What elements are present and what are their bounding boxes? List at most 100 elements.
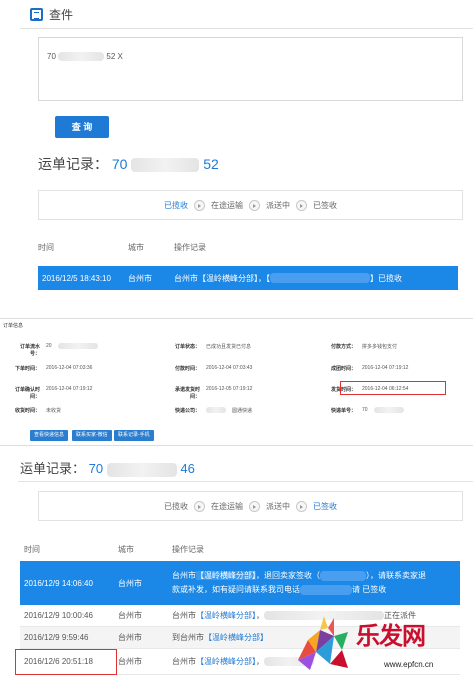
- field-tracking-no: 快递单号： 70: [330, 407, 404, 414]
- row-time: 2016/12/9 10:00:46: [24, 611, 93, 620]
- field-order-id: 订单流水号： 20: [14, 343, 98, 357]
- panel-title: 查件: [49, 7, 74, 22]
- field-value: 拼多多钱包支付: [362, 344, 398, 350]
- row-time: 2016/12/9 9:59:46: [24, 633, 89, 642]
- field-value: 未收货: [46, 408, 62, 414]
- table-header: 时间 城市 操作记录: [38, 242, 463, 260]
- redacted-text: [320, 570, 366, 581]
- operation-text: 到台州市: [172, 633, 204, 642]
- record-number: 70: [111, 156, 128, 172]
- redacted-text: [270, 273, 370, 284]
- arrow-right-icon: [249, 199, 260, 211]
- arrow-right-icon: [249, 500, 260, 512]
- order-info-panel: 订单信息 订单流水号： 20 订单状态： 已成功且发货已付息 付款方式： 拼多多钱包支…: [0, 318, 473, 443]
- field-promised-ship-time: 承诺发货时间： 2016-12-05 07:19:12: [174, 386, 252, 400]
- panel-header: 查件: [30, 4, 73, 24]
- branch-link[interactable]: 【温岭横峰分部】: [196, 657, 256, 666]
- step-collected: 已揽收: [164, 501, 188, 511]
- contact-buyer-button[interactable]: 联系买家-微信: [72, 430, 112, 441]
- record-number-suffix: 46: [180, 461, 195, 476]
- table-row[interactable]: 2016/12/9 14:06:40 台州市 台州市【温岭横峰分部】，退回卖家签…: [20, 561, 460, 605]
- field-label: 付款方式：: [330, 344, 356, 350]
- tracking-query-panel: 查件 70 52 X 查 询 运单记录： 70 52 已揽收 在途运输 派送中 …: [0, 0, 473, 300]
- row-city: 台州市: [118, 578, 142, 588]
- row-operation: 到台州市【温岭横峰分部】: [172, 632, 268, 643]
- operation-text: 台州市: [172, 571, 196, 580]
- operation-text: ，退回卖家签收（: [256, 571, 320, 580]
- field-group-time: 成团时间： 2016-12-04 07:19:12: [330, 365, 408, 372]
- operation-status: 】已揽收: [370, 273, 402, 283]
- step-in-transit: 在途运输: [211, 501, 243, 511]
- table-header: 时间 城市 操作记录: [20, 544, 465, 558]
- view-logistics-button[interactable]: 查看快递信息: [30, 430, 69, 441]
- waybill-record-heading: 运单记录： 70 46: [20, 458, 195, 477]
- field-courier: 快递公司： 圆通快递: [174, 407, 252, 414]
- field-confirm-time: 订单确认时间： 2016-12-04 07:19:12: [14, 386, 92, 400]
- field-label: 快递公司：: [174, 408, 200, 414]
- column-city: 城市: [118, 545, 134, 554]
- redacted-text: [106, 462, 177, 477]
- field-value: 2016-12-05 07:19:12: [206, 386, 253, 392]
- row-city: 台州市: [118, 611, 142, 620]
- field-value: 2016-12-04 07:03:43: [206, 365, 253, 371]
- query-button[interactable]: 查 询: [55, 116, 109, 138]
- operation-text: ，: [256, 657, 264, 666]
- redacted-text: [300, 584, 352, 595]
- field-pay-time: 付款时间： 2016-12-04 07:03:43: [174, 365, 252, 372]
- table-row[interactable]: 2016/12/5 18:43:10 台州市 台州市【温岭横峰分部】，【 】已揽收: [38, 266, 458, 290]
- record-number-suffix: 52: [203, 156, 219, 172]
- branch-link[interactable]: 【温岭横峰分部】: [204, 633, 268, 642]
- field-value: 2016-12-04 07:19:12: [362, 365, 409, 371]
- column-operation: 操作记录: [172, 545, 204, 554]
- column-operation: 操作记录: [174, 243, 206, 252]
- redacted-text: [131, 158, 200, 173]
- operation-text: 款或补发，如有疑问请联系我司电话: [172, 585, 300, 594]
- field-value: 70: [362, 407, 368, 413]
- redacted-text: [58, 52, 105, 62]
- input-value-suffix: 52 X: [106, 52, 123, 61]
- branch-link[interactable]: 【温岭横峰分部】: [196, 571, 256, 580]
- highlight-box: [340, 381, 446, 395]
- redacted-text: [206, 407, 226, 413]
- step-delivering: 派送中: [266, 501, 290, 511]
- field-value: 圆通快递: [232, 408, 253, 414]
- field-payment: 付款方式： 拼多多钱包支付: [330, 343, 397, 350]
- field-label: 下单时间：: [14, 366, 40, 372]
- input-value: 70: [47, 52, 56, 61]
- contact-log-button[interactable]: 联系记录-手机: [114, 430, 154, 441]
- field-label: 成团时间：: [330, 366, 356, 372]
- watermark: 乐发网 www.epfcn.cn: [290, 612, 473, 681]
- arrow-right-icon: [296, 500, 307, 512]
- row-city: 台州市: [118, 657, 142, 666]
- tracking-number-input[interactable]: 70 52 X: [38, 37, 463, 101]
- record-label: 运单记录：: [38, 156, 108, 172]
- step-collected: 已揽收: [164, 200, 188, 210]
- field-value: 2016-12-04 07:03:36: [46, 365, 93, 371]
- field-label: 订单确认时间：: [14, 387, 40, 400]
- column-time: 时间: [38, 243, 54, 252]
- operation-status: 请 已签收: [352, 585, 387, 594]
- column-city: 城市: [128, 243, 144, 252]
- divider: [20, 28, 473, 29]
- row-time: 2016/12/9 14:06:40: [24, 578, 93, 588]
- deer-logo-icon: [298, 616, 348, 670]
- branch-link[interactable]: 【温岭横峰分部】: [196, 611, 256, 620]
- watermark-url: www.epfcn.cn: [384, 660, 434, 669]
- field-order-status: 订单状态： 已成功且发货已付息: [174, 343, 251, 350]
- field-receive-time: 收货时间： 未收货: [14, 407, 61, 414]
- step-signed: 已签收: [313, 200, 337, 210]
- row-operation: 台州市【温岭横峰分部】，退回卖家签收（ ），请联系卖家退 款或补发，如有疑问请联系…: [172, 569, 457, 597]
- field-value: 20: [46, 343, 52, 349]
- step-delivering: 派送中: [266, 200, 290, 210]
- record-number: 70: [88, 461, 104, 476]
- field-value: 已成功且发货已付息: [206, 344, 252, 350]
- operation-text: 台州市: [172, 657, 196, 666]
- waybill-record-heading: 运单记录： 70 52: [38, 154, 219, 174]
- arrow-right-icon: [296, 199, 307, 211]
- field-value: 2016-12-04 07:19:12: [46, 386, 93, 392]
- step-in-transit: 在途运输: [211, 200, 243, 210]
- document-icon: [30, 7, 43, 21]
- record-label: 运单记录：: [20, 461, 86, 476]
- column-time: 时间: [24, 545, 40, 554]
- status-steps: 已揽收 在途运输 派送中 已签收: [38, 190, 463, 220]
